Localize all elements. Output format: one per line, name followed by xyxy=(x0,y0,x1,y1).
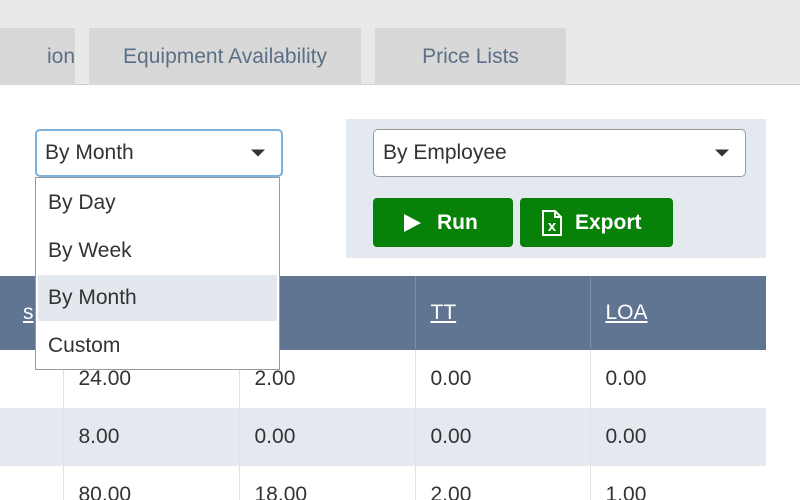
table-row: 8.00 0.00 0.00 0.00 xyxy=(0,408,766,466)
table-cell: 2.00 xyxy=(415,466,591,500)
report-controls-panel: By Employee Run X Export xyxy=(346,119,766,258)
period-select-value: By Month xyxy=(45,141,134,164)
excel-file-icon: X xyxy=(541,209,563,236)
tab-bar: ion Equipment Availability Price Lists xyxy=(0,0,800,85)
period-option-custom[interactable]: Custom xyxy=(38,323,277,369)
period-option-by-week[interactable]: By Week xyxy=(38,228,277,274)
export-button-label: Export xyxy=(575,210,642,234)
table-cell: 0.00 xyxy=(239,408,416,466)
tab-price-lists[interactable]: Price Lists xyxy=(375,28,566,85)
group-by-select-value: By Employee xyxy=(383,141,507,164)
table-cell: 0.00 xyxy=(605,367,647,390)
table-cell: 0.00 xyxy=(415,408,591,466)
tab-equipment-availability[interactable]: Equipment Availability xyxy=(89,28,361,85)
play-icon xyxy=(404,213,421,232)
period-option-by-month[interactable]: By Month xyxy=(38,275,277,321)
table-cell: 80.00 xyxy=(63,466,240,500)
run-button[interactable]: Run xyxy=(373,198,513,247)
table-cell: 1.00 xyxy=(605,483,647,500)
chevron-down-icon xyxy=(251,149,265,157)
table-cell: 8.00 xyxy=(63,408,240,466)
chevron-down-icon xyxy=(715,149,729,157)
table-row: 80.00 18.00 2.00 1.00 xyxy=(0,466,766,500)
period-option-by-day[interactable]: By Day xyxy=(38,180,277,226)
table-cell: 0.00 xyxy=(415,350,591,408)
export-button[interactable]: X Export xyxy=(520,198,673,247)
period-dropdown-list: By Day By Week By Month Custom xyxy=(35,177,280,370)
column-header-tt[interactable]: TT xyxy=(415,276,591,350)
table-cell: 0.00 xyxy=(590,408,766,466)
table-cell xyxy=(0,466,64,500)
table-cell xyxy=(0,408,64,466)
svg-text:X: X xyxy=(548,221,557,234)
table-cell: 18.00 xyxy=(239,466,416,500)
tab-partial[interactable]: ion xyxy=(0,28,75,85)
period-select[interactable]: By Month xyxy=(35,129,283,177)
run-button-label: Run xyxy=(437,210,478,234)
column-header-loa[interactable]: LOA xyxy=(590,276,766,350)
group-by-select[interactable]: By Employee xyxy=(373,129,746,177)
